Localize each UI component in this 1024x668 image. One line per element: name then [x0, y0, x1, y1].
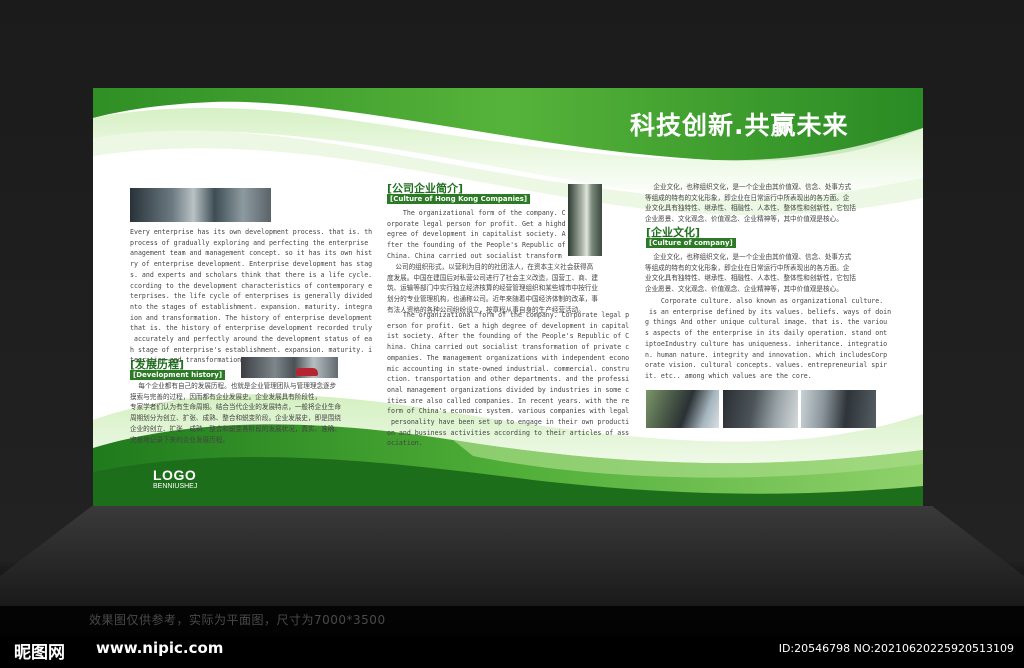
- slogan-title: 科技创新.共赢未来: [630, 111, 849, 140]
- left-chinese-text: 每个企业都有自己的发展历程。也就是企业管理团队与管理理念逐步 摸索与完善的过程，…: [130, 382, 341, 444]
- middle-english-bottom-text: The organizational form of the company. …: [387, 311, 629, 448]
- company-logo-subtitle: BENNIUSHEJ: [153, 483, 198, 490]
- building-photo-3: [801, 390, 876, 428]
- development-history-subheading: [Development history]: [130, 370, 226, 380]
- middle-english-top-text: The organizational form of the company. …: [387, 209, 566, 260]
- company-profile-subheading: [Culture of Hong Kong Companies]: [387, 194, 531, 204]
- left-english-text: Every enterprise has its own development…: [130, 228, 372, 365]
- watermark-logo: 昵图网: [14, 643, 65, 663]
- right-chinese-mid-text: 企业文化，也称组织文化，是一个企业由其价值观、信念、处事方式 等组成的特有的文化…: [645, 253, 856, 294]
- exhibition-board: 科技创新.共赢未来 Every enterprise has its own d…: [93, 88, 923, 506]
- office-corridor-photo: [568, 184, 602, 256]
- right-chinese-top-text: 企业文化，也称组织文化，是一个企业由其价值观、信念、处事方式 等组成的特有的文化…: [645, 183, 856, 224]
- building-photo-left: [130, 188, 271, 222]
- watermark-url: www.nipic.com: [96, 639, 224, 657]
- stage-floor: [0, 506, 1024, 606]
- corporate-culture-subheading: [Culture of company]: [646, 238, 736, 248]
- disclaimer-text: 效果图仅供参考，实际为平面图，尺寸为7000*3500: [89, 613, 386, 627]
- company-logo: LOGO: [153, 467, 197, 483]
- right-english-text: Corporate culture. also known as organiz…: [645, 297, 892, 380]
- watermark-id: ID:20546798 NO:20210620225920513109: [778, 642, 1014, 655]
- building-photo-2: [723, 390, 798, 428]
- car-shape: [296, 368, 318, 376]
- building-photo-1: [646, 390, 719, 428]
